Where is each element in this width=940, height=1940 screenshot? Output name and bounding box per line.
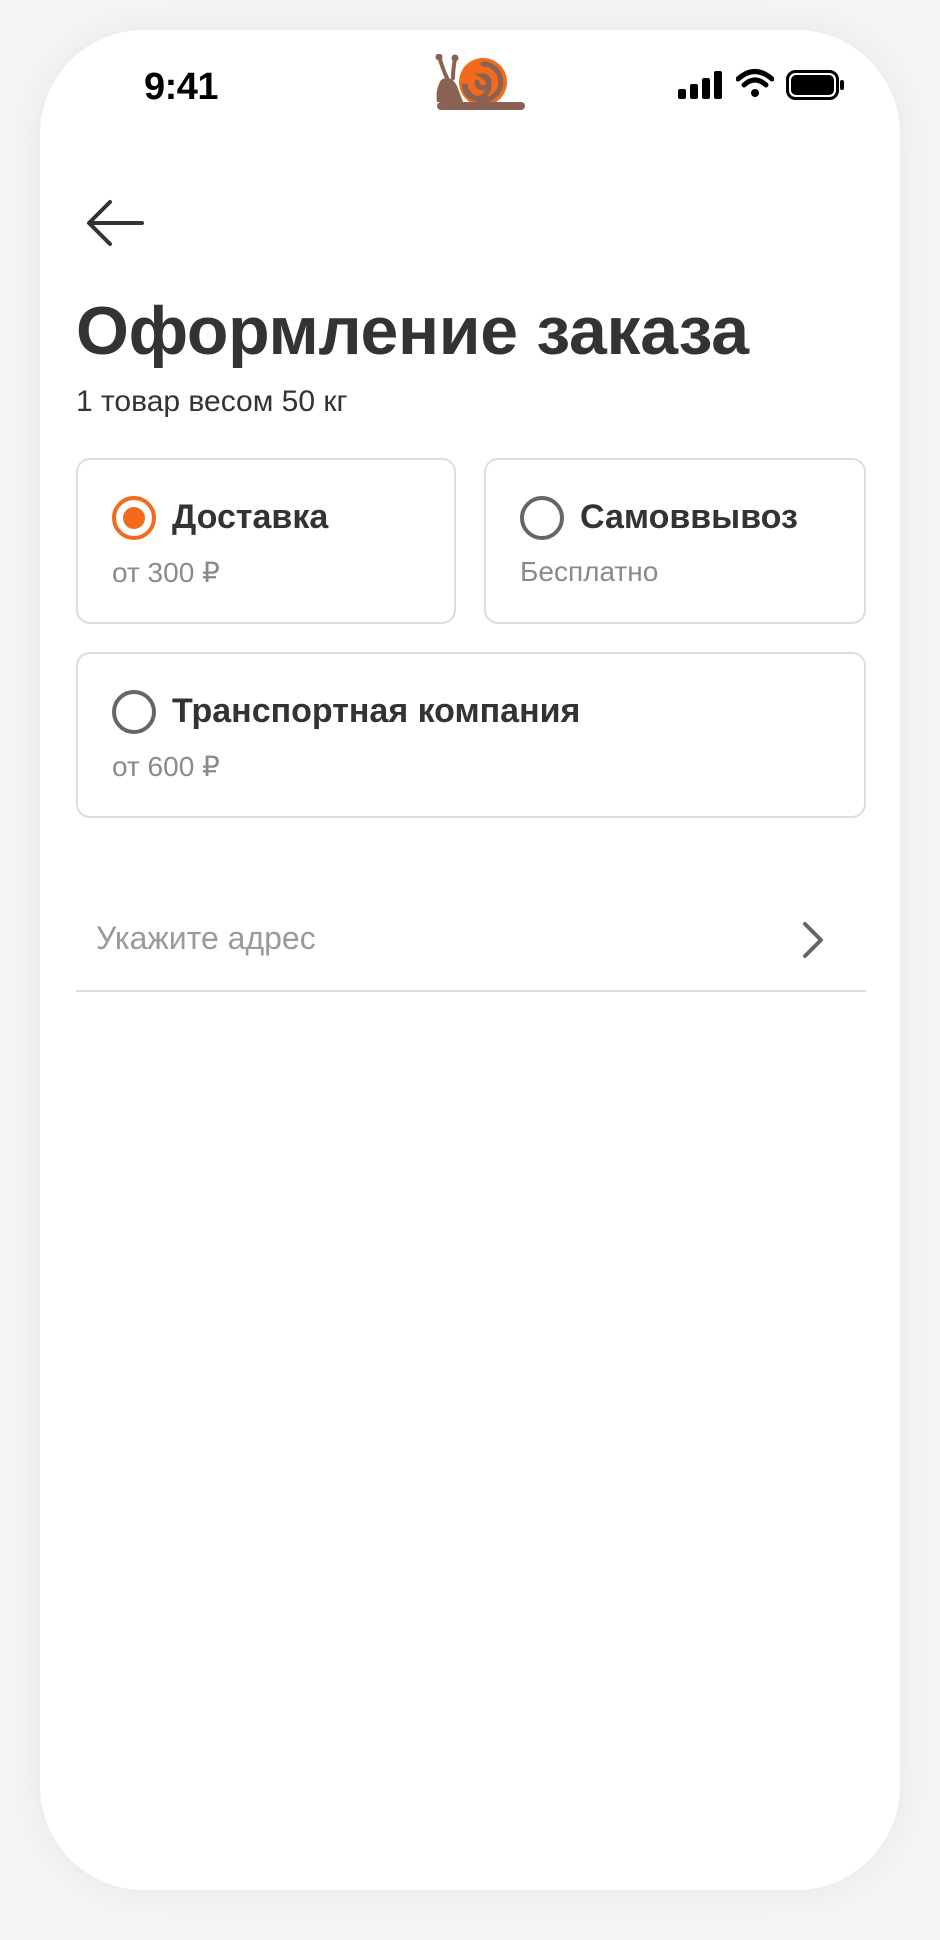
page-title: Оформление заказа bbox=[76, 293, 749, 369]
address-placeholder: Укажите адрес bbox=[96, 920, 316, 956]
wifi-icon bbox=[736, 69, 774, 97]
delivery-option-courier[interactable]: Доставка от 300 ₽ bbox=[76, 458, 456, 624]
address-field[interactable]: Укажите адрес bbox=[76, 886, 866, 992]
option-price: Бесплатно bbox=[520, 556, 659, 587]
delivery-option-transport-company[interactable]: Транспортная компания от 600 ₽ bbox=[76, 652, 866, 818]
status-time: 9:41 bbox=[144, 66, 219, 108]
option-title: Самоввывоз bbox=[580, 498, 798, 536]
cellular-signal-icon bbox=[678, 71, 722, 99]
radio-unselected[interactable] bbox=[520, 496, 564, 540]
chevron-right-icon bbox=[803, 922, 823, 958]
option-title: Транспортная компания bbox=[172, 692, 581, 730]
battery-icon bbox=[786, 70, 844, 100]
radio-unselected[interactable] bbox=[112, 690, 156, 734]
phone-screen: 9:41 Оформление заказа 1 товар весом 50 … bbox=[40, 30, 900, 1890]
radio-selected[interactable] bbox=[112, 496, 156, 540]
option-price: от 600 ₽ bbox=[112, 751, 220, 782]
status-bar: 9:41 bbox=[40, 30, 900, 140]
order-summary: 1 товар весом 50 кг bbox=[76, 385, 348, 418]
back-button[interactable] bbox=[80, 190, 150, 250]
option-title: Доставка bbox=[172, 498, 329, 536]
option-price: от 300 ₽ bbox=[112, 557, 220, 588]
delivery-option-pickup[interactable]: Самоввывоз Бесплатно bbox=[484, 458, 866, 624]
arrow-left-icon bbox=[87, 200, 144, 246]
snail-logo-icon bbox=[435, 54, 525, 110]
